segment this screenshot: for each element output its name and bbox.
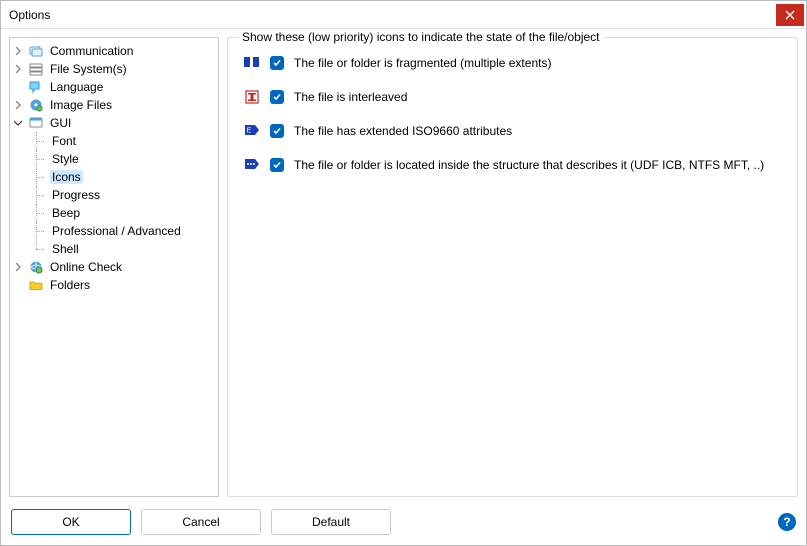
default-button[interactable]: Default [271, 509, 391, 535]
titlebar: Options [1, 1, 806, 29]
iso9660-icon: E [244, 124, 260, 138]
tree-connector [28, 240, 46, 258]
tree-label: File System(s) [48, 62, 129, 76]
tree-item-imagefiles[interactable]: Image Files [12, 96, 216, 114]
tree-item-language[interactable]: Language [12, 78, 216, 96]
filesystem-icon [28, 61, 44, 77]
checkbox-udf[interactable] [270, 158, 284, 172]
expander-icon[interactable] [12, 261, 24, 273]
expander-icon[interactable] [12, 117, 24, 129]
button-bar: OK Cancel Default ? [1, 505, 806, 545]
tree-label: Language [48, 80, 105, 94]
options-panel: Show these (low priority) icons to indic… [227, 37, 798, 497]
tree-item-icons[interactable]: Icons [12, 168, 216, 186]
help-button[interactable]: ? [778, 513, 796, 531]
close-button[interactable] [776, 4, 804, 26]
option-label: The file or folder is located inside the… [294, 158, 764, 172]
nav-tree[interactable]: Communication File System(s) Language Im… [9, 37, 219, 497]
dialog-body: Communication File System(s) Language Im… [1, 29, 806, 505]
tree-label: Professional / Advanced [50, 224, 183, 238]
tree-item-folders[interactable]: Folders [12, 276, 216, 294]
option-label: The file or folder is fragmented (multip… [294, 56, 551, 70]
checkbox-fragmented[interactable] [270, 56, 284, 70]
tree-label: Font [50, 134, 78, 148]
close-icon [785, 10, 795, 20]
tree-item-professional[interactable]: Professional / Advanced [12, 222, 216, 240]
tree-label: Folders [48, 278, 92, 292]
tree-label: Style [50, 152, 81, 166]
folder-icon [28, 277, 44, 293]
tree-label: Image Files [48, 98, 114, 112]
option-iso9660: E The file has extended ISO9660 attribut… [244, 124, 789, 138]
tree-connector [28, 186, 46, 204]
interleaved-icon [244, 90, 260, 104]
tree-item-beep[interactable]: Beep [12, 204, 216, 222]
tree-item-shell[interactable]: Shell [12, 240, 216, 258]
fragmented-icon [244, 56, 260, 70]
tree-connector [28, 204, 46, 222]
option-fragmented: The file or folder is fragmented (multip… [244, 56, 789, 70]
option-label: The file has extended ISO9660 attributes [294, 124, 512, 138]
tree-connector [28, 222, 46, 240]
checkbox-iso9660[interactable] [270, 124, 284, 138]
tree-item-filesystems[interactable]: File System(s) [12, 60, 216, 78]
expander-icon[interactable] [12, 99, 24, 111]
tree-item-onlinecheck[interactable]: Online Check [12, 258, 216, 276]
tree-label: Icons [50, 170, 83, 184]
checkbox-interleaved[interactable] [270, 90, 284, 104]
globe-icon [28, 259, 44, 275]
tree-connector [28, 150, 46, 168]
tree-label: Beep [50, 206, 82, 220]
cancel-button[interactable]: Cancel [141, 509, 261, 535]
svg-text:E: E [247, 128, 252, 135]
udf-icon [244, 158, 260, 172]
tree-item-font[interactable]: Font [12, 132, 216, 150]
tree-item-progress[interactable]: Progress [12, 186, 216, 204]
option-label: The file is interleaved [294, 90, 407, 104]
option-interleaved: The file is interleaved [244, 90, 789, 104]
gui-icon [28, 115, 44, 131]
tree-item-communication[interactable]: Communication [12, 42, 216, 60]
option-udf: The file or folder is located inside the… [244, 158, 789, 172]
imagefile-icon [28, 97, 44, 113]
communication-icon [28, 43, 44, 59]
tree-item-gui[interactable]: GUI [12, 114, 216, 132]
tree-label: GUI [48, 116, 73, 130]
window-title: Options [9, 8, 776, 22]
tree-label: Communication [48, 44, 135, 58]
tree-label: Online Check [48, 260, 124, 274]
panel-legend: Show these (low priority) icons to indic… [238, 30, 604, 44]
tree-connector [28, 132, 46, 150]
tree-label: Progress [50, 188, 102, 202]
expander-icon[interactable] [12, 45, 24, 57]
tree-connector [28, 168, 46, 186]
tree-label: Shell [50, 242, 81, 256]
language-icon [28, 79, 44, 95]
tree-item-style[interactable]: Style [12, 150, 216, 168]
ok-button[interactable]: OK [11, 509, 131, 535]
expander-icon[interactable] [12, 63, 24, 75]
